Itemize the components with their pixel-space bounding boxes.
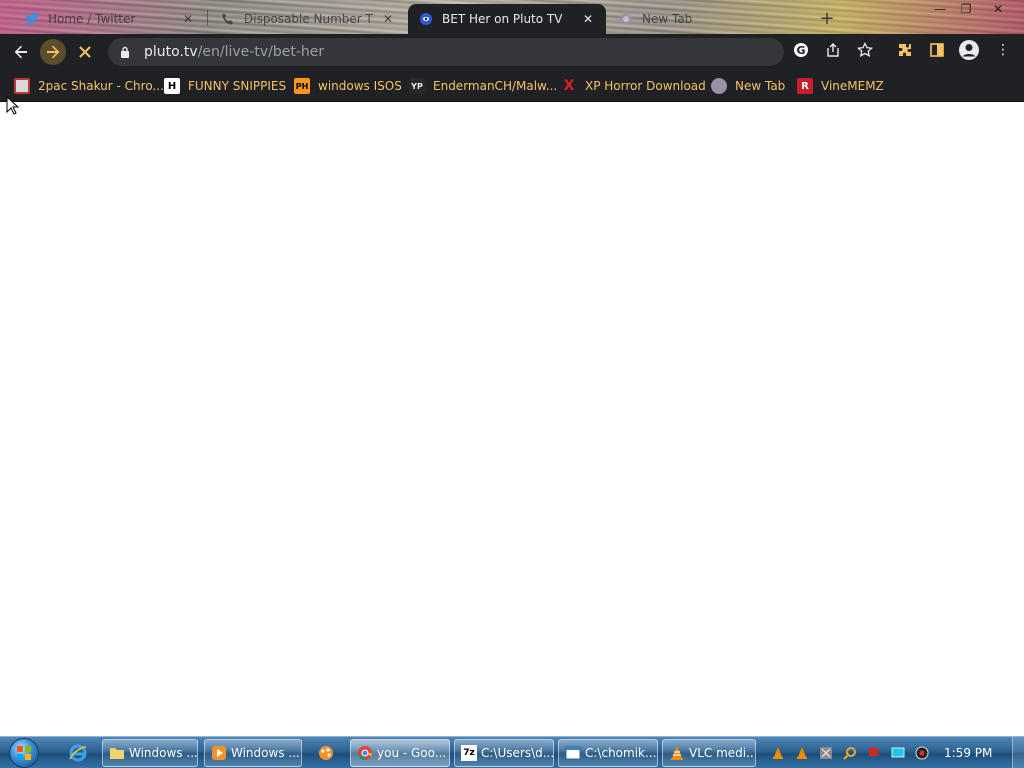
svg-text:G: G (796, 44, 805, 57)
globe-icon (711, 78, 727, 94)
bookmark-2pac[interactable]: 2pac Shakur - Chro... (14, 76, 164, 96)
google-icon[interactable]: G (790, 39, 812, 61)
menu-kebab-icon[interactable]: ⋮ (992, 39, 1014, 61)
page-content[interactable] (0, 103, 1024, 735)
bookmarks-bar: 2pac Shakur - Chro... H FUNNY SNIPPIES P… (0, 70, 1024, 102)
windows-logo-icon (9, 738, 39, 768)
paint-icon[interactable] (310, 739, 342, 767)
ph-logo-icon: PH (294, 78, 310, 94)
search-tray-icon[interactable] (842, 745, 858, 761)
profile-avatar-icon[interactable] (958, 39, 980, 61)
bookmark-vinememz[interactable]: R VineMEMZ (797, 76, 884, 96)
vlc-tray-icon[interactable] (794, 745, 810, 761)
yp-logo-icon: YP (409, 78, 425, 94)
bookmark-star-icon[interactable] (854, 39, 876, 61)
vlc-icon (669, 745, 685, 761)
tool-tray-icon[interactable] (818, 745, 834, 761)
bookmark-windows-isos[interactable]: PH windows ISOS (294, 76, 402, 96)
lock-icon[interactable] (118, 45, 132, 59)
close-window-icon[interactable]: ✕ (984, 0, 1012, 18)
tab-title: Home / Twitter (48, 12, 136, 26)
screen: Home / Twitter ✕ Disposable Number T ✕ B… (0, 0, 1024, 768)
forward-icon[interactable] (40, 39, 66, 65)
tab-new-tab[interactable]: New Tab (608, 4, 806, 34)
h-logo-icon: H (164, 78, 180, 94)
bookmark-funny-snippies[interactable]: H FUNNY SNIPPIES (164, 76, 286, 96)
chrome-icon (357, 745, 373, 761)
task-7zip[interactable]: 7z C:\Users\d... (454, 739, 554, 767)
close-icon[interactable]: ✕ (180, 11, 196, 27)
twitter-icon (24, 11, 40, 27)
window-icon (565, 745, 581, 761)
share-icon[interactable] (822, 39, 844, 61)
mouse-cursor-icon (6, 96, 20, 115)
browser-toolbar: pluto.tv/en/live-tv/bet-her G ⋮ (0, 34, 1024, 70)
media-player-icon (211, 745, 227, 761)
tab-twitter[interactable]: Home / Twitter ✕ (14, 4, 206, 34)
phone-icon (220, 11, 236, 27)
tab-title: Disposable Number T (244, 12, 373, 26)
tab-strip: Home / Twitter ✕ Disposable Number T ✕ B… (0, 0, 1024, 34)
vlc-tray-icon[interactable] (770, 745, 786, 761)
x-logo-icon: X (563, 78, 575, 94)
taskbar: Windows ... Windows ... you - Goo... 7z … (0, 736, 1024, 768)
task-windows-explorer[interactable]: Windows ... (102, 739, 198, 767)
extensions-icon[interactable] (894, 39, 916, 61)
address-bar[interactable]: pluto.tv/en/live-tv/bet-her (108, 38, 784, 66)
close-icon[interactable]: ✕ (380, 11, 396, 27)
task-windows-media[interactable]: Windows ... (204, 739, 302, 767)
side-panel-icon[interactable] (926, 39, 948, 61)
show-desktop-button[interactable] (1012, 737, 1024, 768)
flag-tray-icon[interactable] (866, 745, 882, 761)
close-icon[interactable]: ✕ (580, 11, 596, 27)
task-chrome[interactable]: you - Goo... (350, 739, 450, 767)
minimize-icon[interactable]: — (926, 0, 954, 18)
clock[interactable]: 1:59 PM (944, 746, 992, 760)
tab-bet-her[interactable]: BET Her on Pluto TV ✕ (408, 4, 606, 34)
tab-title: BET Her on Pluto TV (442, 12, 563, 26)
bookmark-xp-horror[interactable]: X XP Horror Download (561, 76, 706, 96)
r-logo-icon: R (797, 78, 813, 94)
7zip-icon: 7z (461, 745, 477, 761)
record-tray-icon[interactable] (914, 745, 930, 761)
bookmark-endermanch[interactable]: YP EndermanCH/Malw... (409, 76, 557, 96)
bookmark-new-tab[interactable]: New Tab (711, 76, 785, 96)
restore-icon[interactable]: ❐ (952, 0, 980, 18)
url-text[interactable]: pluto.tv/en/live-tv/bet-her (144, 44, 324, 60)
task-vlc[interactable]: VLC medi... (662, 739, 756, 767)
tab-title: New Tab (642, 12, 693, 26)
stop-loading-icon[interactable] (72, 39, 98, 65)
task-chomik[interactable]: C:\chomik... (558, 739, 658, 767)
back-icon[interactable] (8, 39, 34, 65)
start-button[interactable] (4, 737, 44, 768)
new-tab-plus-icon[interactable]: + (816, 7, 838, 29)
new-tab-icon (618, 11, 634, 27)
internet-explorer-icon[interactable] (62, 739, 94, 767)
photo-icon (14, 78, 30, 94)
folder-icon (109, 745, 125, 761)
monitor-tray-icon[interactable] (890, 745, 906, 761)
pluto-tv-icon (418, 11, 434, 27)
tab-disposable-number[interactable]: Disposable Number T ✕ (210, 4, 406, 34)
